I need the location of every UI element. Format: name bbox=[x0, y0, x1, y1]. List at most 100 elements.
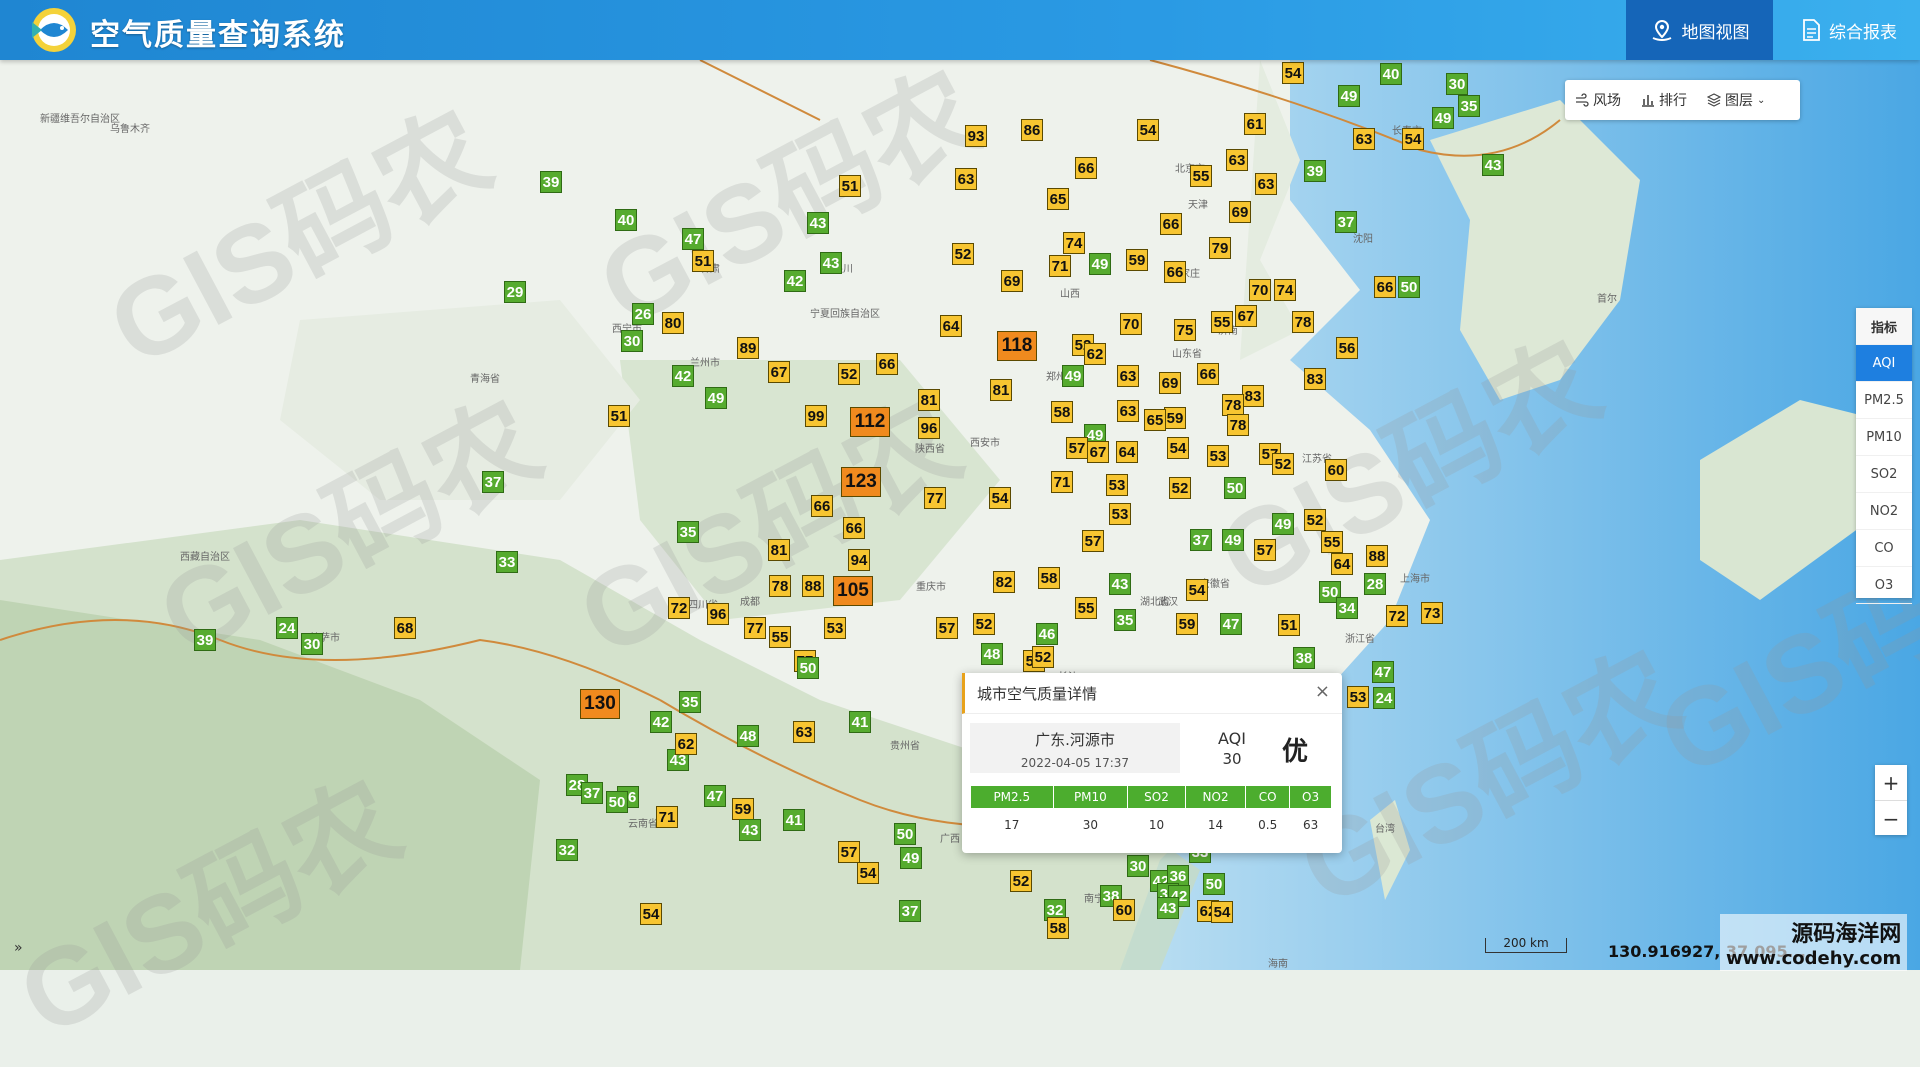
aqi-marker[interactable]: 58 bbox=[1047, 917, 1069, 939]
aqi-marker[interactable]: 40 bbox=[1380, 63, 1402, 85]
aqi-marker[interactable]: 64 bbox=[1116, 441, 1138, 463]
aqi-marker[interactable]: 65 bbox=[1047, 188, 1069, 210]
aqi-marker[interactable]: 67 bbox=[768, 361, 790, 383]
aqi-marker[interactable]: 82 bbox=[993, 571, 1015, 593]
aqi-marker[interactable]: 66 bbox=[1164, 261, 1186, 283]
aqi-marker[interactable]: 78 bbox=[769, 575, 791, 597]
aqi-marker[interactable]: 49 bbox=[900, 847, 922, 869]
aqi-marker[interactable]: 53 bbox=[1347, 686, 1369, 708]
aqi-marker[interactable]: 118 bbox=[997, 331, 1037, 361]
aqi-marker[interactable]: 63 bbox=[1117, 365, 1139, 387]
aqi-marker[interactable]: 77 bbox=[744, 617, 766, 639]
aqi-marker[interactable]: 42 bbox=[672, 365, 694, 387]
aqi-marker[interactable]: 54 bbox=[989, 487, 1011, 509]
aqi-marker[interactable]: 99 bbox=[805, 405, 827, 427]
aqi-marker[interactable]: 41 bbox=[783, 809, 805, 831]
aqi-marker[interactable]: 59 bbox=[1176, 613, 1198, 635]
aqi-marker[interactable]: 51 bbox=[608, 405, 630, 427]
aqi-marker[interactable]: 41 bbox=[849, 711, 871, 733]
aqi-marker[interactable]: 50 bbox=[1224, 477, 1246, 499]
aqi-marker[interactable]: 80 bbox=[662, 312, 684, 334]
aqi-marker[interactable]: 49 bbox=[1338, 85, 1360, 107]
aqi-marker[interactable]: 54 bbox=[1282, 62, 1304, 84]
map-canvas[interactable] bbox=[0, 0, 1920, 970]
aqi-marker[interactable]: 49 bbox=[1432, 107, 1454, 129]
aqi-marker[interactable]: 96 bbox=[918, 417, 940, 439]
aqi-marker[interactable]: 62 bbox=[1084, 343, 1106, 365]
aqi-marker[interactable]: 69 bbox=[1001, 270, 1023, 292]
aqi-marker[interactable]: 55 bbox=[1190, 165, 1212, 187]
aqi-marker[interactable]: 49 bbox=[1089, 253, 1111, 275]
aqi-marker[interactable]: 70 bbox=[1120, 313, 1142, 335]
aqi-marker[interactable]: 59 bbox=[1126, 249, 1148, 271]
aqi-marker[interactable]: 28 bbox=[1364, 573, 1386, 595]
aqi-marker[interactable]: 66 bbox=[876, 353, 898, 375]
aqi-marker[interactable]: 43 bbox=[1157, 897, 1179, 919]
aqi-marker[interactable]: 67 bbox=[1235, 305, 1257, 327]
aqi-marker[interactable]: 64 bbox=[1331, 553, 1353, 575]
aqi-marker[interactable]: 48 bbox=[981, 643, 1003, 665]
aqi-marker[interactable]: 93 bbox=[965, 125, 987, 147]
aqi-marker[interactable]: 30 bbox=[1446, 73, 1468, 95]
aqi-marker[interactable]: 83 bbox=[1242, 385, 1264, 407]
aqi-marker[interactable]: 86 bbox=[1021, 119, 1043, 141]
indicator-pm25[interactable]: PM2.5 bbox=[1856, 382, 1912, 419]
aqi-marker[interactable]: 79 bbox=[1209, 237, 1231, 259]
aqi-marker[interactable]: 43 bbox=[1109, 573, 1131, 595]
aqi-marker[interactable]: 61 bbox=[1244, 113, 1266, 135]
aqi-marker[interactable]: 57 bbox=[1082, 530, 1104, 552]
expand-panel-button[interactable]: » bbox=[14, 940, 23, 956]
aqi-marker[interactable]: 53 bbox=[824, 617, 846, 639]
indicator-o3[interactable]: O3 bbox=[1856, 567, 1912, 604]
aqi-marker[interactable]: 83 bbox=[1304, 368, 1326, 390]
aqi-marker[interactable]: 54 bbox=[1211, 901, 1233, 923]
aqi-marker[interactable]: 60 bbox=[1113, 899, 1135, 921]
aqi-marker[interactable]: 88 bbox=[802, 575, 824, 597]
aqi-marker[interactable]: 63 bbox=[793, 721, 815, 743]
indicator-so2[interactable]: SO2 bbox=[1856, 456, 1912, 493]
aqi-marker[interactable]: 89 bbox=[737, 337, 759, 359]
aqi-marker[interactable]: 69 bbox=[1159, 372, 1181, 394]
aqi-marker[interactable]: 47 bbox=[704, 785, 726, 807]
aqi-marker[interactable]: 37 bbox=[899, 900, 921, 922]
zoom-out-button[interactable]: − bbox=[1875, 801, 1907, 836]
aqi-marker[interactable]: 78 bbox=[1227, 414, 1249, 436]
aqi-marker[interactable]: 63 bbox=[1255, 173, 1277, 195]
aqi-marker[interactable]: 35 bbox=[679, 691, 701, 713]
aqi-marker[interactable]: 42 bbox=[650, 711, 672, 733]
aqi-marker[interactable]: 50 bbox=[606, 791, 628, 813]
aqi-marker[interactable]: 52 bbox=[1272, 453, 1294, 475]
aqi-marker[interactable]: 66 bbox=[1160, 213, 1182, 235]
aqi-marker[interactable]: 33 bbox=[496, 551, 518, 573]
aqi-marker[interactable]: 51 bbox=[692, 250, 714, 272]
aqi-marker[interactable]: 47 bbox=[1372, 661, 1394, 683]
aqi-marker[interactable]: 54 bbox=[857, 862, 879, 884]
aqi-marker[interactable]: 63 bbox=[1353, 128, 1375, 150]
aqi-marker[interactable]: 51 bbox=[1278, 614, 1300, 636]
aqi-marker[interactable]: 69 bbox=[1229, 201, 1251, 223]
aqi-marker[interactable]: 74 bbox=[1063, 232, 1085, 254]
aqi-marker[interactable]: 47 bbox=[1220, 613, 1242, 635]
aqi-marker[interactable]: 47 bbox=[682, 228, 704, 250]
aqi-marker[interactable]: 50 bbox=[894, 823, 916, 845]
aqi-marker[interactable]: 57 bbox=[1254, 539, 1276, 561]
aqi-marker[interactable]: 68 bbox=[394, 617, 416, 639]
nav-report[interactable]: 综合报表 bbox=[1778, 0, 1920, 60]
aqi-marker[interactable]: 81 bbox=[990, 379, 1012, 401]
indicator-aqi[interactable]: AQI bbox=[1856, 345, 1912, 382]
aqi-marker[interactable]: 52 bbox=[1169, 477, 1191, 499]
aqi-marker[interactable]: 78 bbox=[1292, 311, 1314, 333]
aqi-marker[interactable]: 56 bbox=[1336, 337, 1358, 359]
aqi-marker[interactable]: 66 bbox=[1374, 276, 1396, 298]
aqi-marker[interactable]: 70 bbox=[1249, 279, 1271, 301]
aqi-marker[interactable]: 75 bbox=[1174, 319, 1196, 341]
indicator-co[interactable]: CO bbox=[1856, 530, 1912, 567]
aqi-marker[interactable]: 81 bbox=[768, 539, 790, 561]
aqi-marker[interactable]: 52 bbox=[1010, 870, 1032, 892]
aqi-marker[interactable]: 60 bbox=[1325, 459, 1347, 481]
aqi-marker[interactable]: 29 bbox=[504, 281, 526, 303]
aqi-marker[interactable]: 58 bbox=[1038, 567, 1060, 589]
aqi-marker[interactable]: 55 bbox=[1075, 597, 1097, 619]
zoom-in-button[interactable]: + bbox=[1875, 765, 1907, 801]
nav-map-view[interactable]: 地图视图 bbox=[1626, 0, 1773, 60]
